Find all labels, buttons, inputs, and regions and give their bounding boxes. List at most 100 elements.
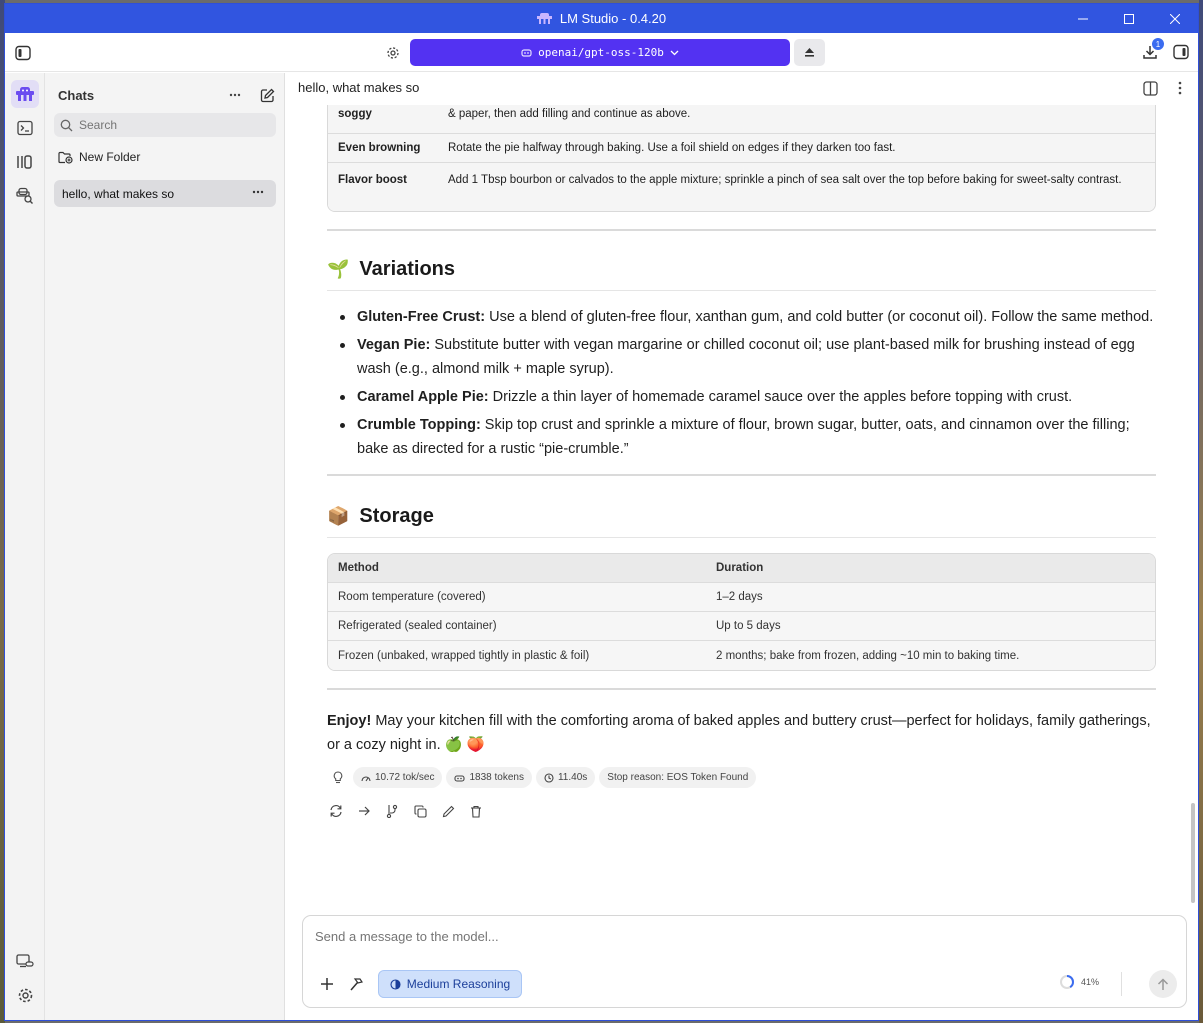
table-header: Duration [706,554,1155,583]
chat-item-title: hello, what makes so [62,186,175,201]
branch-icon[interactable] [383,802,401,820]
toggle-sidebar-icon[interactable] [13,43,33,63]
table-header: Method [328,554,706,583]
context-usage-indicator[interactable]: 41% [1059,974,1099,990]
search-field[interactable] [54,113,276,137]
table-cell: & paper, then add filling and continue a… [438,105,1155,134]
models-library-icon[interactable] [11,148,39,176]
tokens-value: 1838 tokens [469,772,524,783]
tools-hammer-icon[interactable] [346,974,366,994]
table-cell: Flavor boost [328,163,438,211]
model-settings-gear-icon[interactable] [383,43,403,63]
closing-paragraph: Enjoy! May your kitchen fill with the co… [327,709,1156,757]
divider [1121,972,1122,996]
speed-value: 10.72 tok/sec [375,772,435,783]
assistant-message: soggy & paper, then add filling and cont… [327,105,1156,820]
seedling-icon: 🌱 [327,259,350,279]
new-chat-icon[interactable] [257,85,277,105]
chat-options-icon[interactable] [1169,77,1191,99]
list-item-title: Crumble Topping: [357,417,481,433]
continue-arrow-icon[interactable] [355,802,373,820]
list-item-title: Caramel Apple Pie: [357,389,489,405]
divider [327,688,1156,690]
chevron-down-icon [670,50,679,56]
app-window: LM Studio - 0.4.20 openai/gpt-oss-120b 1 [4,3,1199,1021]
chat-main-area: hello, what makes so soggy & paper, then… [286,73,1198,1020]
developer-console-icon[interactable] [11,114,39,142]
app-logo-icon [536,12,552,25]
message-input[interactable] [315,929,1015,944]
package-icon: 📦 [327,506,350,526]
new-folder-button[interactable]: New Folder [58,150,140,164]
table-cell: Refrigerated (sealed container) [328,612,706,641]
table-row: Refrigerated (sealed container) Up to 5 … [328,612,1155,641]
clock-icon [544,772,554,783]
storage-heading: 📦 Storage [327,505,1156,538]
table-row: soggy & paper, then add filling and cont… [328,105,1155,134]
closing-bold: Enjoy! [327,713,372,729]
delete-trash-icon[interactable] [467,802,485,820]
list-item: Gluten-Free Crust: Use a blend of gluten… [327,305,1156,329]
minimize-button[interactable] [1060,4,1106,33]
table-cell: 1–2 days [706,583,1155,612]
copy-icon[interactable] [411,802,429,820]
stop-reason-stat: Stop reason: EOS Token Found [599,767,757,788]
robot-icon [521,48,532,57]
send-button[interactable] [1149,970,1177,998]
table-cell: Frozen (unbaked, wrapped tightly in plas… [328,641,706,670]
divider [327,474,1156,476]
storage-heading-text: Storage [359,505,434,527]
table-row: Room temperature (covered) 1–2 days [328,583,1155,612]
time-value: 11.40s [557,772,588,783]
list-item-text: Use a blend of gluten-free flour, xantha… [485,309,1154,325]
message-actions [327,802,1156,820]
tokens-icon [454,774,466,782]
maximize-button[interactable] [1106,4,1152,33]
table-cell: 2 months; bake from frozen, adding ~10 m… [706,641,1155,670]
table-header-row: Method Duration [328,554,1155,583]
table-cell: Rotate the pie halfway through baking. U… [438,134,1155,163]
reasoning-label: Medium Reasoning [406,977,511,991]
scrollbar-thumb[interactable] [1191,803,1195,903]
table-row: Even browning Rotate the pie halfway thr… [328,134,1155,163]
eject-model-button[interactable] [794,39,825,66]
speed-stat: 10.72 tok/sec [353,767,443,788]
right-panel-toggle-icon[interactable] [1171,42,1191,62]
table-cell: Add 1 Tbsp bourbon or calvados to the ap… [438,163,1155,211]
chat-mode-icon[interactable] [11,80,39,108]
search-input[interactable] [79,118,259,132]
new-folder-label: New Folder [79,150,141,164]
variations-heading: 🌱 Variations [327,258,1156,291]
context-usage-ring [1060,975,1074,989]
list-item-title: Gluten-Free Crust: [357,309,486,325]
discover-search-icon[interactable] [11,182,39,210]
search-icon [60,119,73,132]
fruit-emoji-icons: 🍏 🍑 [444,737,485,753]
context-usage-value: 41% [1081,977,1100,987]
variations-list: Gluten-Free Crust: Use a blend of gluten… [327,305,1156,461]
settings-gear-icon[interactable] [11,981,39,1009]
regenerate-icon[interactable] [327,802,345,820]
list-item: Vegan Pie: Substitute butter with vegan … [327,333,1156,381]
split-view-icon[interactable] [1139,77,1161,99]
close-window-button[interactable] [1152,4,1198,33]
message-scroll-area[interactable]: soggy & paper, then add filling and cont… [286,105,1186,905]
downloads-button[interactable]: 1 [1139,38,1164,63]
server-link-icon[interactable] [11,947,39,975]
variations-heading-text: Variations [359,258,456,280]
generation-stats: 10.72 tok/sec 1838 tokens 11.40s Stop re… [327,767,1156,788]
model-selector-button[interactable]: openai/gpt-oss-120b [410,39,790,66]
edit-pencil-icon[interactable] [439,802,457,820]
table-row: Flavor boost Add 1 Tbsp bourbon or calva… [328,163,1155,211]
lightbulb-icon[interactable] [327,767,349,788]
reasoning-level-button[interactable]: Medium Reasoning [378,970,522,998]
folder-plus-icon [58,151,73,164]
chat-item-options-icon[interactable] [252,190,264,194]
more-options-icon[interactable] [225,86,245,104]
time-stat: 11.40s [535,767,596,788]
chat-list-item[interactable]: hello, what makes so [54,180,276,207]
window-title: LM Studio - 0.4.20 [559,11,667,26]
attach-plus-icon[interactable] [317,974,337,994]
chat-title: hello, what makes so [298,80,420,95]
list-item-text: Drizzle a thin layer of homemade caramel… [488,389,1073,405]
